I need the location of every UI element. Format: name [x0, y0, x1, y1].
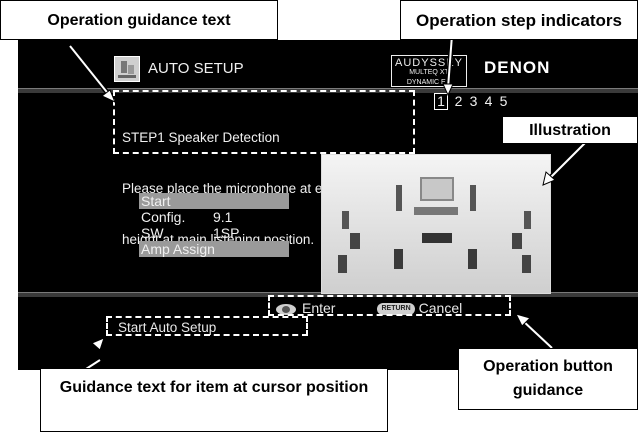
callout-guidance: Operation guidance text — [0, 0, 278, 40]
callout-button-guidance: Operation button guidance — [458, 348, 638, 410]
callout-illustration: Illustration — [502, 116, 638, 144]
callout-cursor-guidance: Guidance text for item at cursor positio… — [40, 368, 388, 432]
callout-steps: Operation step indicators — [400, 0, 638, 40]
